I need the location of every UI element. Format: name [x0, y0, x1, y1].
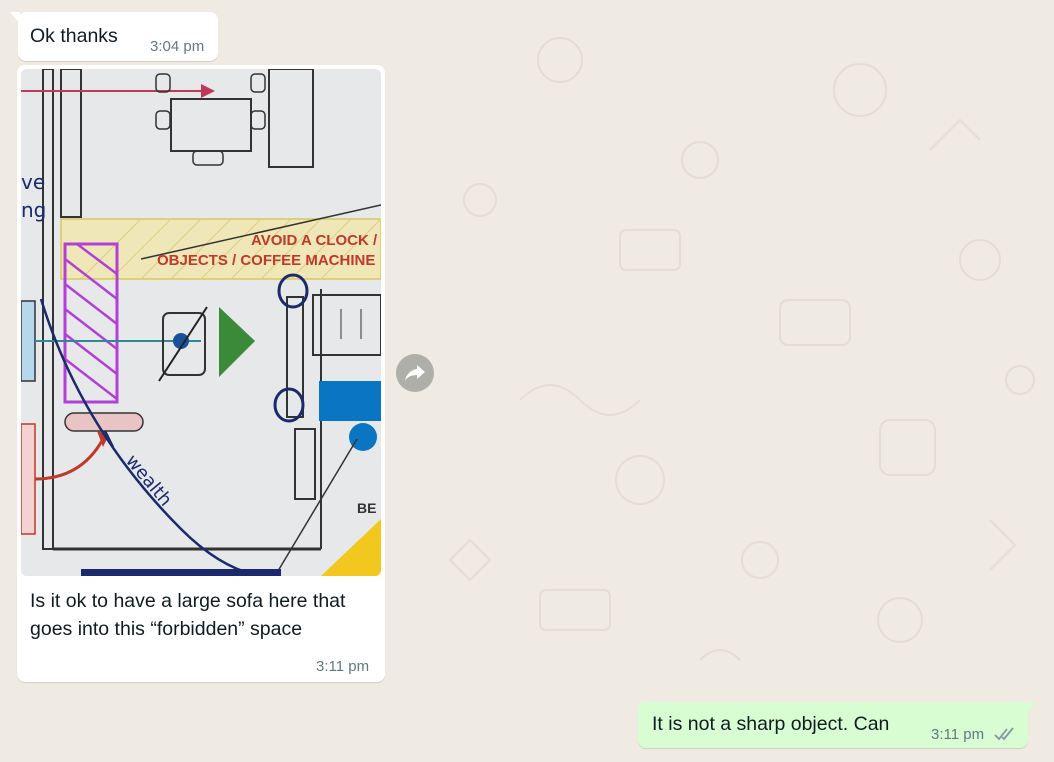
outgoing-message-bubble[interactable]: It is not a sharp object. Can 3:11 pm: [638, 702, 1036, 748]
plan-label-objects: OBJECTS / COFFEE MACHINE: [157, 252, 375, 269]
forward-arrow-icon: [405, 365, 425, 381]
floor-plan-image: AVOID A CLOCK / OBJECTS / COFFEE MACHINE…: [21, 69, 381, 576]
bubble-tail: [10, 12, 20, 24]
message-timestamp: 3:11 pm: [316, 658, 370, 675]
plan-label-be: BE: [357, 500, 376, 516]
message-timestamp: 3:04 pm: [150, 38, 205, 55]
incoming-message-bubble[interactable]: Ok thanks 3:04 pm: [10, 12, 218, 61]
image-caption-line-2: goes into this “forbidden” space: [30, 618, 303, 640]
message-timestamp: 3:11 pm: [931, 726, 985, 743]
plan-label-avoid: AVOID A CLOCK /: [251, 232, 378, 249]
double-check-icon: [994, 727, 1014, 741]
plan-handwriting-ng: ng: [21, 198, 46, 222]
message-text: Ok thanks: [30, 25, 118, 47]
plan-handwriting-ve: ve: [21, 170, 45, 194]
incoming-image-message-bubble[interactable]: AVOID A CLOCK / OBJECTS / COFFEE MACHINE…: [17, 65, 385, 682]
forward-button[interactable]: [396, 354, 434, 392]
floor-plan-photo[interactable]: AVOID A CLOCK / OBJECTS / COFFEE MACHINE…: [21, 69, 381, 576]
bubble-tail: [1026, 702, 1036, 714]
image-caption-line-1: Is it ok to have a large sofa here that: [30, 590, 346, 612]
message-text: It is not a sharp object. Can: [652, 713, 890, 735]
